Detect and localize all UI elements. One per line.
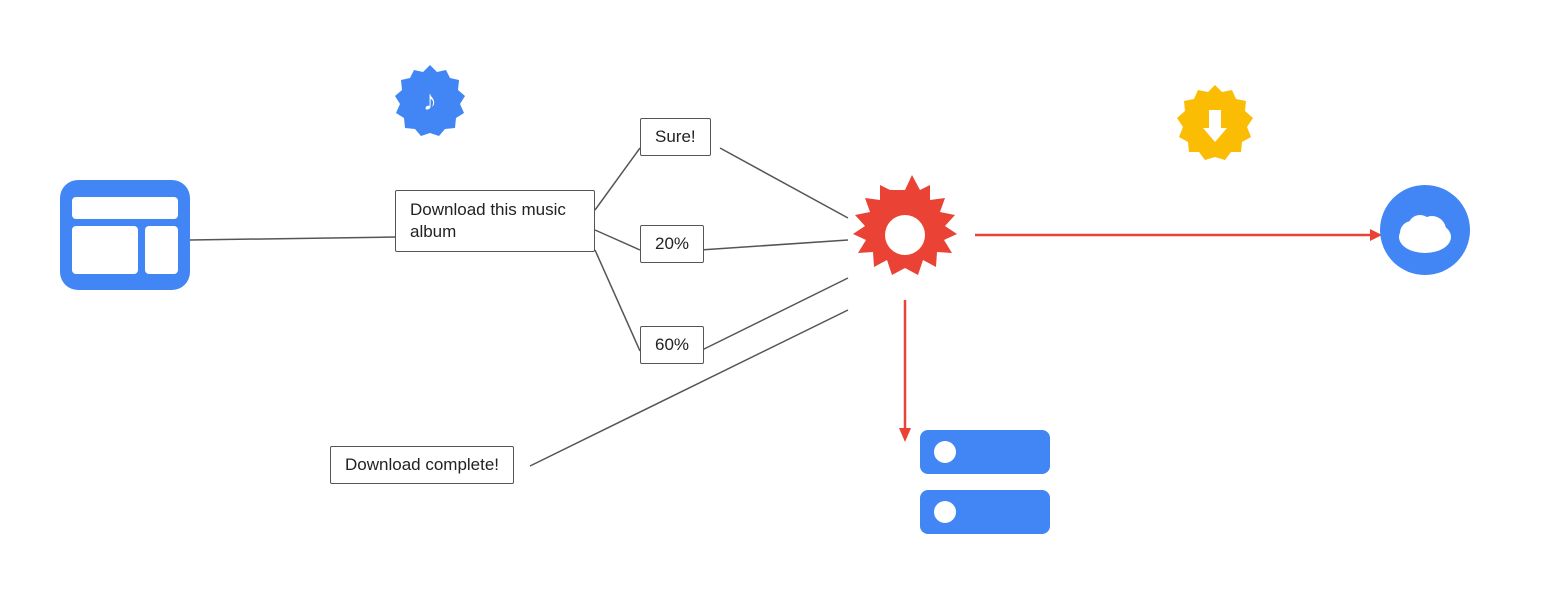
server-box-1: [920, 430, 1050, 474]
browser-right-panel: [145, 226, 178, 274]
download-complete-message: Download complete!: [330, 446, 514, 484]
gear-icon: [840, 170, 970, 300]
server-circle-2: [934, 501, 956, 523]
browser-left-panel: [72, 226, 138, 274]
server-box-2: [920, 490, 1050, 534]
percent-60-message: 60%: [640, 326, 704, 364]
browser-panels: [72, 226, 178, 274]
diagram-container: ♪ Download this music album Sure! 20% 60…: [0, 0, 1550, 600]
server-circle-1: [934, 441, 956, 463]
cloud-icon: [1370, 185, 1480, 275]
arrows-svg: [0, 0, 1550, 600]
browser-top-bar: [72, 197, 178, 219]
svg-text:♪: ♪: [423, 85, 437, 116]
download-album-message: Download this music album: [395, 190, 595, 252]
sure-message: Sure!: [640, 118, 711, 156]
browser-icon: [60, 180, 190, 290]
music-badge-icon: ♪: [390, 60, 470, 140]
download-badge-icon: [1170, 80, 1260, 170]
percent-20-message: 20%: [640, 225, 704, 263]
